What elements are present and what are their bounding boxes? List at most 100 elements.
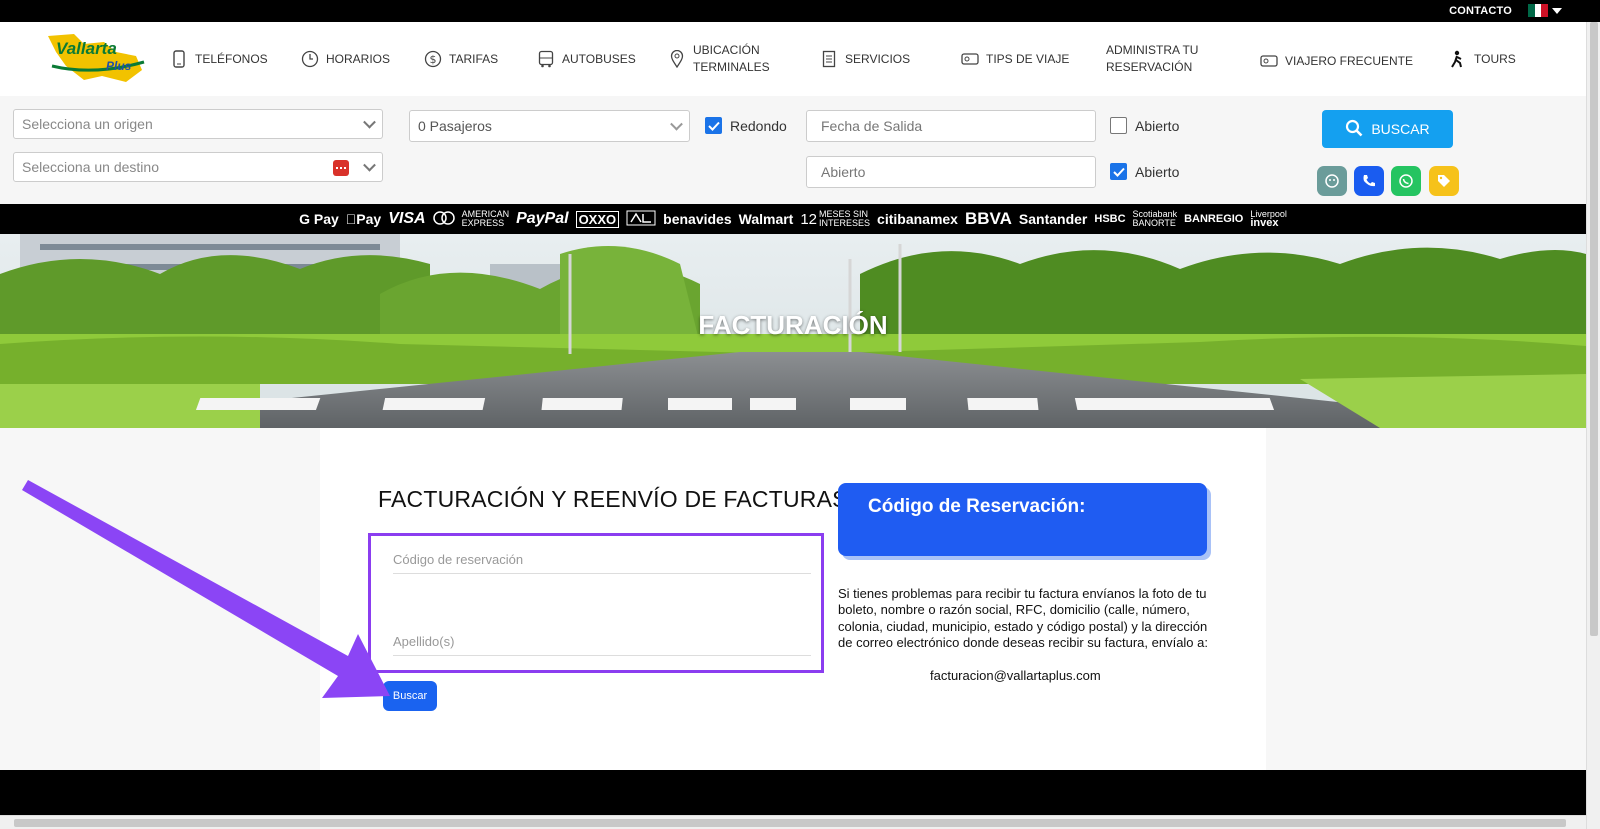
purple-arrow-annotation (22, 480, 390, 698)
oxxo-logo: OXXO (575, 210, 620, 228)
bodega-ahorro-logo (626, 210, 656, 229)
mexico-flag-icon[interactable] (1528, 4, 1549, 17)
paypal-logo: PayPal (510, 210, 568, 227)
citibanamex-logo: citibanamex (871, 211, 958, 227)
return-date-input[interactable]: Abierto (806, 156, 1096, 188)
dots-icon[interactable] (333, 160, 349, 176)
nav-label: TARIFAS (449, 52, 499, 66)
nav-label: ADMINISTRA TU (1106, 43, 1199, 57)
vallarta-plus-logo[interactable]: Vallarta Plus (44, 30, 148, 86)
scrollbar-thumb[interactable] (14, 819, 1566, 827)
checkbox-checked-icon (705, 117, 722, 134)
nav-horarios[interactable]: HORARIOS (301, 22, 390, 96)
hiker-icon (1449, 50, 1467, 68)
nav-label: HORARIOS (326, 52, 391, 66)
abierto-label: Abierto (1135, 163, 1180, 180)
departure-date-placeholder: Fecha de Salida (821, 118, 923, 134)
abierto-label: Abierto (1135, 117, 1180, 134)
nav-label-stack: UBICACIÓN TERMINALES (693, 42, 770, 76)
whatsapp-icon[interactable] (1391, 166, 1421, 196)
banregio-logo: BANREGIO (1178, 213, 1243, 225)
chevron-down-icon (670, 117, 683, 131)
passengers-select[interactable]: 0 Pasajeros (409, 110, 690, 142)
amex-logo: AMERICAN EXPRESS (462, 210, 510, 228)
benavides-logo: benavides (657, 211, 731, 227)
payment-methods-strip: G Pay Pay VISA AMERICANEXPRESS PayPal O… (0, 204, 1586, 234)
search-button[interactable]: BUSCAR (1322, 110, 1453, 148)
apple-pay-logo: Pay (346, 211, 381, 227)
visa-logo: VISA (382, 210, 425, 227)
contact-link[interactable]: CONTACTO (1449, 5, 1512, 17)
meses-number: 12 (795, 210, 817, 228)
liverpool-invex-logo: Liverpool invex (1245, 210, 1287, 229)
meses-sin-intereses-logo: 12 MESES SIN INTERESES (800, 210, 870, 228)
meses-text-2: INTERESES (813, 218, 870, 228)
nav-ubicacion[interactable]: UBICACIÓN TERMINALES (668, 22, 770, 96)
content-background (1266, 428, 1586, 770)
tag-icon[interactable] (1429, 166, 1459, 196)
invex-text: invex (1245, 217, 1278, 229)
nav-label: TELÉFONOS (195, 52, 268, 66)
billing-help-text: Si tienes problemas para recibir tu fact… (838, 586, 1208, 651)
nav-label: TERMINALES (693, 60, 770, 74)
scrollbar-thumb[interactable] (1590, 22, 1598, 636)
checkbox-checked-icon (1110, 163, 1127, 180)
destination-placeholder: Selecciona un destino (22, 159, 159, 175)
return-date-value: Abierto (821, 164, 866, 180)
nav-telefonos[interactable]: TELÉFONOS (170, 22, 268, 96)
footer (0, 770, 1586, 815)
chevron-down-icon[interactable] (1552, 8, 1562, 14)
passengers-value: 0 Pasajeros (418, 118, 492, 134)
nav-label: AUTOBUSES (562, 52, 636, 66)
clock-icon (301, 50, 319, 68)
santander-logo: Santander (1013, 211, 1087, 227)
bus-icon (537, 50, 555, 68)
bbva-logo: BBVA (959, 209, 1012, 228)
nav-servicios[interactable]: SERVICIOS (820, 22, 910, 96)
top-bar: CONTACTO (0, 0, 1600, 22)
location-pin-icon (668, 50, 686, 68)
nav-tours[interactable]: TOURS (1449, 22, 1516, 96)
mastercard-logo (432, 210, 455, 228)
nav-label: VIAJERO FRECUENTE (1285, 54, 1414, 68)
logo-text: Vallarta (56, 39, 117, 58)
redondo-checkbox[interactable]: Redondo (705, 117, 787, 134)
logo-subtext: Plus (106, 59, 132, 73)
google-pay-logo: G Pay (299, 211, 339, 227)
abierto-checkbox-1[interactable]: Abierto (1110, 117, 1179, 134)
destination-select[interactable]: Selecciona un destino (13, 152, 383, 182)
dollar-icon: $ (424, 50, 442, 68)
nav-tips[interactable]: TIPS DE VIAJE (961, 22, 1069, 96)
billing-email[interactable]: facturacion@vallartaplus.com (930, 668, 1101, 683)
hero-banner: FACTURACIÓN (0, 234, 1586, 428)
chevron-down-icon (363, 115, 376, 129)
abierto-checkbox-2[interactable]: Abierto (1110, 163, 1179, 180)
svg-text:$: $ (430, 53, 437, 66)
vertical-scrollbar[interactable] (1586, 22, 1600, 829)
nav-tarifas[interactable]: $ TARIFAS (424, 22, 498, 96)
search-icon (1345, 119, 1363, 140)
chat-bot-icon[interactable] (1317, 166, 1347, 196)
nav-administra[interactable]: ADMINISTRA TU RESERVACIÓN (1106, 22, 1198, 96)
origin-select[interactable]: Selecciona un origen (13, 109, 383, 139)
document-icon (820, 50, 838, 68)
hero-title: FACTURACIÓN (698, 310, 888, 340)
chevron-down-icon (363, 158, 376, 172)
horizontal-scrollbar[interactable] (0, 815, 1586, 829)
ticket-icon (1260, 52, 1278, 70)
reservation-code-title: Código de Reservación: (868, 496, 1086, 517)
redondo-label: Redondo (730, 117, 787, 134)
page: CONTACTO Vallarta Plus TELÉFONOS HORARIO… (0, 0, 1600, 829)
nav-label: SERVICIOS (845, 52, 911, 66)
phone-device-icon (170, 50, 188, 68)
nav-label: RESERVACIÓN (1106, 60, 1193, 74)
origin-placeholder: Selecciona un origen (22, 116, 153, 132)
scotiabank-banorte-logo: Scotiabank BANORTE (1133, 210, 1178, 228)
nav-viajero[interactable]: VIAJERO FRECUENTE (1260, 24, 1413, 98)
main-nav: Vallarta Plus TELÉFONOS HORARIOS $ TARIF… (0, 22, 1586, 96)
phone-icon[interactable] (1354, 166, 1384, 196)
nav-autobuses[interactable]: AUTOBUSES (537, 22, 636, 96)
banorte-text: BANORTE (1127, 218, 1176, 228)
departure-date-input[interactable]: Fecha de Salida (806, 110, 1096, 142)
apple-pay-text: Pay (351, 211, 381, 227)
